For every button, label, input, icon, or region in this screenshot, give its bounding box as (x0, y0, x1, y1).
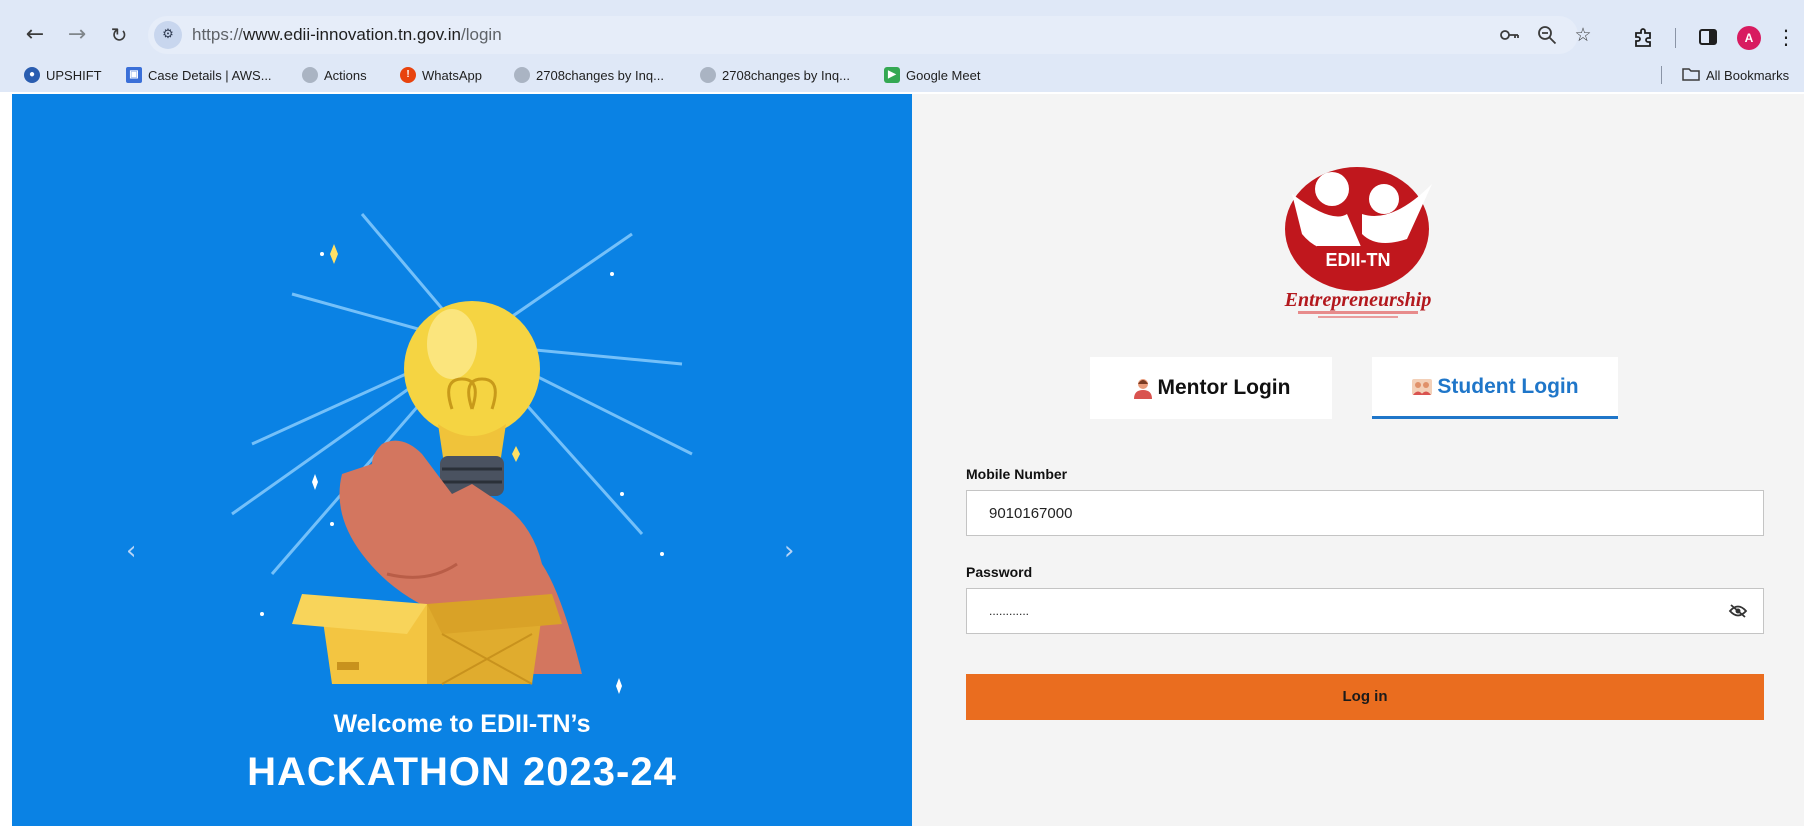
whatsapp-icon: ! (400, 67, 416, 83)
address-bar[interactable]: ⚙ https://www.edii-innovation.tn.gov.in/… (148, 16, 1592, 54)
password-input[interactable] (966, 588, 1764, 634)
github-icon (302, 67, 318, 83)
page-content: ‹ › Welcome to EDII-TN’s HACKATHON 2023-… (0, 92, 1804, 826)
back-icon[interactable]: ← (22, 22, 48, 48)
toolbar-row: ← → ↻ ⚙ https://www.edii-innovation.tn.g… (0, 12, 1804, 58)
login-button[interactable]: Log in (966, 674, 1764, 720)
url-text[interactable]: https://www.edii-innovation.tn.gov.in/lo… (192, 25, 502, 45)
logo-badge-text: EDII-TN (1326, 250, 1391, 270)
url-scheme: https:// (192, 25, 244, 44)
bookmark-label: WhatsApp (422, 67, 482, 83)
carousel-next-icon[interactable]: › (784, 536, 794, 566)
bookmark-label: Google Meet (906, 67, 981, 83)
github-icon (700, 67, 716, 83)
bookmark-2708changes-1[interactable]: 2708changes by Inq... (514, 65, 664, 85)
folder-icon (1682, 67, 1700, 84)
upshift-icon: ● (24, 67, 40, 83)
bookmark-aws-case[interactable]: ▣ Case Details | AWS... (126, 65, 272, 85)
bookmark-label: Actions (324, 67, 367, 83)
bookmark-star-icon[interactable]: ☆ (1572, 24, 1594, 46)
bookmark-label: UPSHIFT (46, 67, 102, 83)
tab-student-label: Student Login (1437, 374, 1579, 398)
logo-script-text: Entrepreneurship (1284, 289, 1432, 311)
password-label: Password (966, 564, 1033, 580)
hero-carousel: ‹ › Welcome to EDII-TN’s HACKATHON 2023-… (12, 94, 912, 826)
mobile-number-label: Mobile Number (966, 466, 1068, 482)
browser-window: ← → ↻ ⚙ https://www.edii-innovation.tn.g… (0, 0, 1804, 826)
edii-tn-logo: EDII-TN Entrepreneurship (1284, 167, 1432, 318)
site-info-icon[interactable]: ⚙ (154, 21, 182, 49)
extensions-icon[interactable] (1632, 26, 1654, 48)
hero-welcome-text: Welcome to EDII-TN’s (333, 710, 591, 738)
carousel-prev-icon[interactable]: ‹ (126, 536, 136, 566)
reload-icon[interactable]: ↻ (106, 22, 132, 48)
tab-student-login[interactable]: Student Login (1372, 357, 1618, 419)
url-path: /login (461, 25, 502, 44)
hero-title: HACKATHON 2023-24 (247, 750, 677, 794)
bookmark-upshift[interactable]: ● UPSHIFT (24, 65, 102, 85)
forward-icon[interactable]: → (64, 22, 90, 48)
bookmarks-separator (1661, 66, 1662, 84)
all-bookmarks-button[interactable]: All Bookmarks (1682, 65, 1789, 85)
all-bookmarks-label: All Bookmarks (1706, 67, 1790, 83)
browser-menu-icon[interactable]: ⋮ (1775, 26, 1797, 48)
bookmark-label: 2708changes by Inq... (722, 67, 850, 83)
google-meet-icon: ▶ (884, 67, 900, 83)
bookmark-google-meet[interactable]: ▶ Google Meet (884, 65, 980, 85)
bookmark-label: 2708changes by Inq... (536, 67, 664, 83)
bookmark-whatsapp[interactable]: ! WhatsApp (400, 65, 482, 85)
password-key-icon[interactable] (1498, 24, 1520, 46)
bookmark-2708changes-2[interactable]: 2708changes by Inq... (700, 65, 850, 85)
password-field-wrapper (966, 588, 1764, 634)
toolbar-separator (1675, 28, 1676, 48)
mentor-icon (1133, 379, 1152, 399)
login-panel: EDII-TN Entrepreneurship Mentor Login St… (912, 94, 1804, 826)
hide-password-icon[interactable] (1728, 601, 1748, 621)
bookmark-label: Case Details | AWS... (148, 67, 272, 83)
url-host: www.edii-innovation.tn.gov.in (243, 25, 462, 44)
github-icon (514, 67, 530, 83)
browser-toolbar: ← → ↻ ⚙ https://www.edii-innovation.tn.g… (0, 0, 1804, 64)
bookmark-actions[interactable]: Actions (302, 65, 367, 85)
aws-icon: ▣ (126, 67, 142, 83)
student-icon (1412, 378, 1433, 395)
mobile-number-input[interactable] (966, 490, 1764, 536)
tab-mentor-login[interactable]: Mentor Login (1090, 357, 1332, 419)
side-panel-icon[interactable] (1697, 26, 1719, 48)
zoom-icon[interactable] (1536, 24, 1558, 46)
lightbulb-illustration (231, 213, 693, 694)
tab-mentor-label: Mentor Login (1157, 376, 1291, 399)
bookmarks-bar: ● UPSHIFT ▣ Case Details | AWS... Action… (0, 58, 1804, 92)
profile-avatar[interactable]: A (1737, 26, 1761, 50)
